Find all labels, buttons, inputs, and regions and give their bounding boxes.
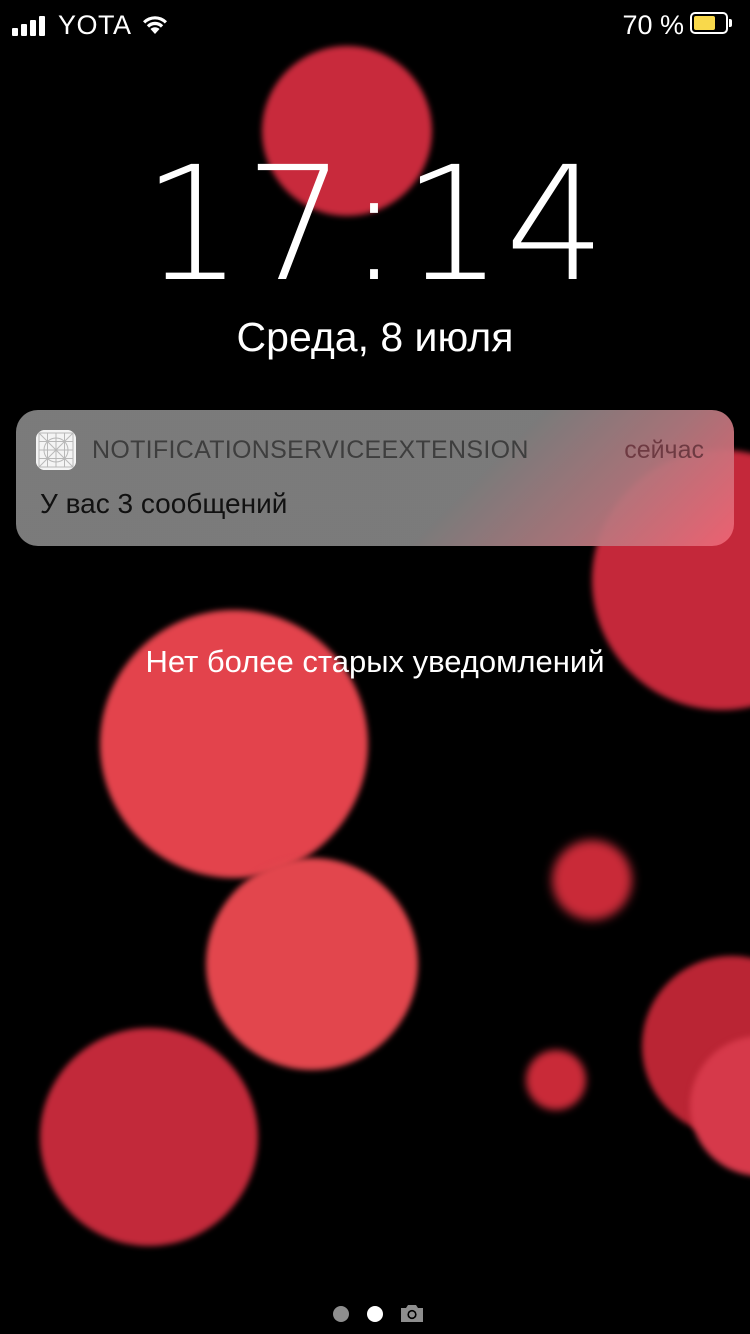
battery-icon — [690, 12, 734, 36]
page-dot[interactable] — [333, 1306, 349, 1322]
page-dot-current[interactable] — [367, 1306, 383, 1322]
bokeh-bubble — [40, 1028, 258, 1246]
status-bar: YOTA 70 % — [0, 0, 750, 50]
notification-body: У вас 3 сообщений — [40, 488, 288, 519]
signal-bars-icon — [12, 14, 52, 36]
carrier-name: YOTA — [58, 10, 132, 40]
lock-screen-date: Среда, 8 июля — [236, 314, 514, 360]
bokeh-bubble — [206, 858, 418, 1070]
battery-percentage: 70 % — [622, 10, 684, 40]
lock-screen-time: 17:14 — [142, 133, 608, 317]
wifi-icon — [143, 16, 167, 34]
bokeh-bubble — [526, 1050, 586, 1110]
page-indicator[interactable] — [0, 1300, 750, 1328]
camera-icon[interactable] — [399, 1302, 425, 1324]
notification-time: сейчас — [624, 436, 704, 464]
notification-app-name: NOTIFICATIONSERVICEEXTENSION — [92, 436, 529, 464]
notification-card[interactable]: NOTIFICATIONSERVICEEXTENSION сейчас У ва… — [16, 410, 734, 546]
bokeh-bubble — [552, 840, 632, 920]
no-older-notifications-label: Нет более старых уведомлений — [145, 644, 605, 679]
app-grid-icon — [36, 430, 76, 470]
